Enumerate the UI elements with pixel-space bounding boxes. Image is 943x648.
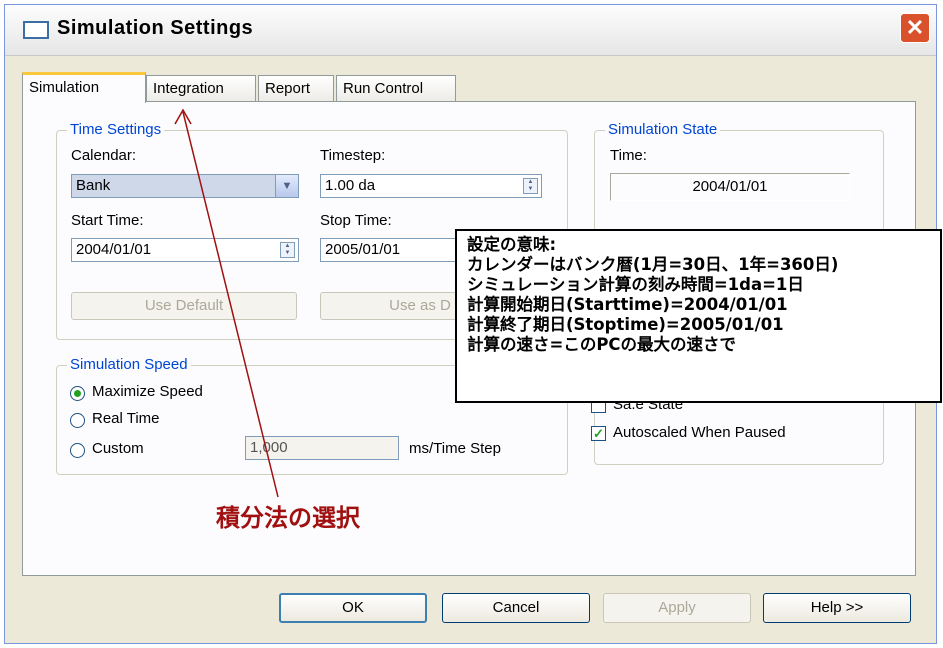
callout-line: 計算開始期日(Starttime)=2004/01/01	[467, 295, 788, 314]
tab-run-control[interactable]: Run Control	[336, 75, 456, 102]
simulation-state-title: Simulation State	[605, 121, 721, 138]
title-bar: Simulation Settings ✕	[5, 5, 936, 56]
callout-line: カレンダーはバンク暦(1月=30日、1年=360日)	[467, 255, 839, 274]
ms-per-step-label: ms/Time Step	[409, 440, 501, 457]
state-time-label: Time:	[610, 147, 647, 164]
stop-time-value: 2005/01/01	[325, 241, 401, 258]
spinner-icon[interactable]: ▲ ▼	[280, 242, 295, 258]
close-button[interactable]: ✕	[900, 13, 930, 43]
tab-integration[interactable]: Integration	[146, 75, 256, 102]
callout-line: 計算の速さ=このPCの最大の速さで	[467, 335, 737, 354]
real-time-label: Real Time	[92, 410, 160, 427]
use-default-button[interactable]: Use Default	[71, 292, 297, 320]
start-time-field[interactable]: 2004/01/01 ▲ ▼	[71, 238, 299, 262]
maximize-speed-radio[interactable]	[70, 386, 85, 401]
maximize-speed-label: Maximize Speed	[92, 383, 203, 400]
autoscaled-label: Autoscaled When Paused	[613, 424, 786, 441]
callout-line: 計算終了期日(Stoptime)=2005/01/01	[467, 315, 784, 334]
explanation-callout: 設定の意味: カレンダーはバンク暦(1月=30日、1年=360日) シミュレーシ…	[455, 229, 942, 403]
simulation-speed-title: Simulation Speed	[67, 356, 191, 373]
calendar-label: Calendar:	[71, 147, 137, 164]
custom-label: Custom	[92, 440, 144, 457]
custom-speed-field[interactable]: 1,000	[245, 436, 399, 460]
chevron-down-icon[interactable]: ▼	[275, 175, 298, 197]
cancel-button[interactable]: Cancel	[442, 593, 590, 623]
tab-report[interactable]: Report	[258, 75, 334, 102]
state-time-display: 2004/01/01	[610, 173, 850, 201]
start-time-value: 2004/01/01	[76, 241, 152, 258]
integration-annotation: 積分法の選択	[216, 504, 360, 532]
timestep-value: 1.00 da	[325, 177, 376, 194]
tab-simulation[interactable]: Simulation	[22, 72, 146, 103]
calendar-value: Bank	[76, 177, 111, 194]
apply-button[interactable]: Apply	[603, 593, 751, 623]
stop-time-label: Stop Time:	[320, 212, 392, 229]
spinner-icon[interactable]: ▲ ▼	[523, 178, 538, 194]
help-button[interactable]: Help >>	[763, 593, 911, 623]
timestep-field[interactable]: 1.00 da ▲ ▼	[320, 174, 542, 198]
time-settings-title: Time Settings	[67, 121, 165, 138]
start-time-label: Start Time:	[71, 212, 144, 229]
callout-line: 設定の意味:	[467, 235, 557, 254]
autoscaled-checkbox[interactable]: ✓	[591, 426, 606, 441]
timestep-label: Timestep:	[320, 147, 386, 164]
real-time-radio[interactable]	[70, 413, 85, 428]
custom-radio[interactable]	[70, 443, 85, 458]
calendar-select[interactable]: Bank ▼	[71, 174, 299, 198]
ok-button[interactable]: OK	[279, 593, 427, 623]
callout-line: シミュレーション計算の刻み時間=1da=1日	[467, 275, 804, 294]
window-icon	[23, 21, 49, 39]
window-title: Simulation Settings	[57, 17, 254, 39]
